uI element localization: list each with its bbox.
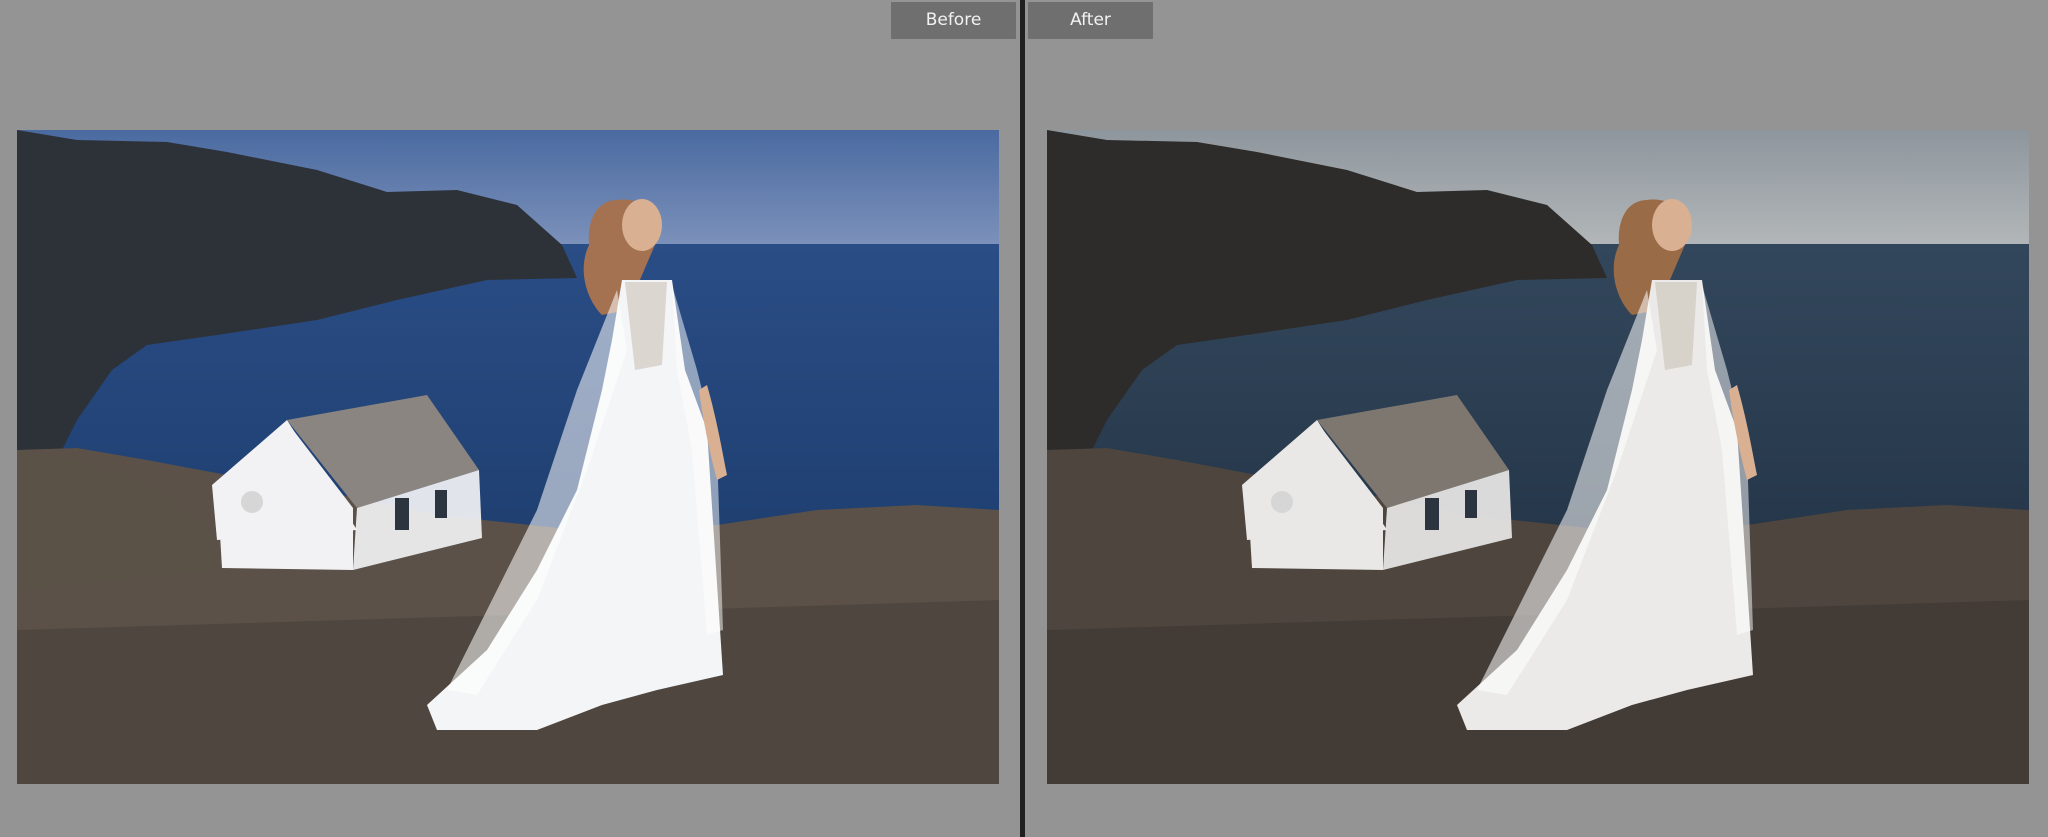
before-pane: Before bbox=[0, 0, 1020, 837]
after-label[interactable]: After bbox=[1028, 2, 1153, 39]
before-label[interactable]: Before bbox=[891, 2, 1016, 39]
before-after-compare-view: Before After bbox=[0, 0, 2048, 837]
after-photo-image bbox=[1047, 130, 2029, 784]
after-photo[interactable] bbox=[1047, 130, 2029, 784]
before-photo[interactable] bbox=[17, 130, 999, 784]
after-pane: After bbox=[1025, 0, 2048, 837]
before-photo-image bbox=[17, 130, 999, 784]
